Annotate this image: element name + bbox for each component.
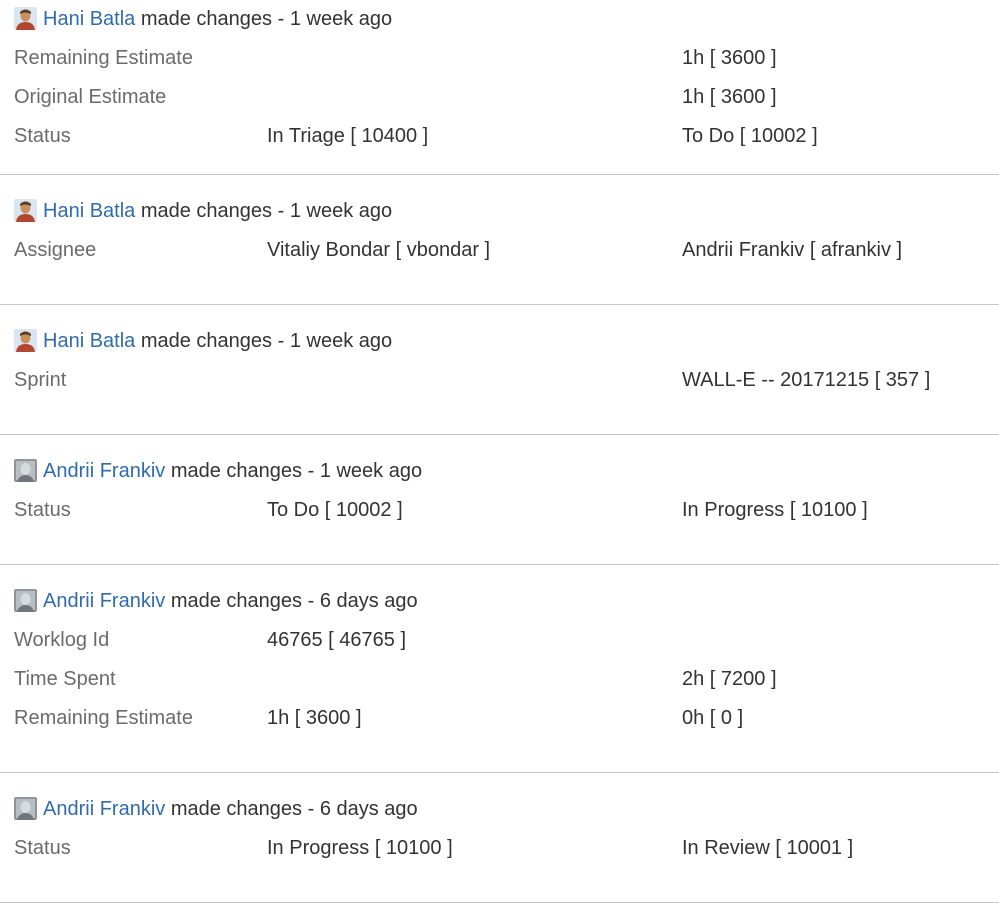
old-value: 46765 [ 46765 ] bbox=[267, 629, 407, 651]
change-history-list: Hani Batla made changes - 1 week ago Rem… bbox=[0, 0, 999, 903]
hani-avatar-icon[interactable] bbox=[14, 329, 37, 352]
change-row: Worklog Id 46765 [ 46765 ] bbox=[0, 621, 999, 660]
entry-header: Hani Batla made changes - 1 week ago bbox=[0, 0, 999, 39]
action-text: made changes - 1 week ago bbox=[140, 330, 393, 352]
old-value: In Progress [ 10100 ] bbox=[267, 837, 453, 859]
field-name: Remaining Estimate bbox=[14, 707, 193, 729]
author-link[interactable]: Hani Batla bbox=[43, 200, 135, 222]
entry-header: Andrii Frankiv made changes - 6 days ago bbox=[0, 582, 999, 621]
history-entry: Andrii Frankiv made changes - 6 days ago… bbox=[0, 582, 999, 773]
old-value: In Triage [ 10400 ] bbox=[267, 125, 429, 147]
new-value: 1h [ 3600 ] bbox=[682, 47, 777, 69]
old-value: 1h [ 3600 ] bbox=[267, 707, 362, 729]
author-link[interactable]: Andrii Frankiv bbox=[43, 798, 165, 820]
andrii-avatar-icon[interactable] bbox=[14, 797, 37, 820]
change-row: Remaining Estimate 1h [ 3600 ] 0h [ 0 ] bbox=[0, 699, 999, 738]
action-text: made changes - 6 days ago bbox=[170, 798, 418, 820]
hani-avatar-icon[interactable] bbox=[14, 7, 37, 30]
new-value: In Progress [ 10100 ] bbox=[682, 499, 868, 521]
change-row: Status In Triage [ 10400 ] To Do [ 10002… bbox=[0, 117, 999, 156]
hani-avatar-icon[interactable] bbox=[14, 199, 37, 222]
author-link[interactable]: Hani Batla bbox=[43, 330, 135, 352]
change-row: Status In Progress [ 10100 ] In Review [… bbox=[0, 829, 999, 868]
entry-header: Andrii Frankiv made changes - 1 week ago bbox=[0, 452, 999, 491]
action-text: made changes - 6 days ago bbox=[170, 590, 418, 612]
field-name: Original Estimate bbox=[14, 86, 167, 108]
change-row: Remaining Estimate 1h [ 3600 ] bbox=[0, 39, 999, 78]
new-value: Andrii Frankiv [ afrankiv ] bbox=[682, 239, 903, 261]
history-entry: Hani Batla made changes - 1 week ago Rem… bbox=[0, 0, 999, 175]
new-value: In Review [ 10001 ] bbox=[682, 837, 854, 859]
change-row: Original Estimate 1h [ 3600 ] bbox=[0, 78, 999, 117]
field-name: Assignee bbox=[14, 239, 97, 261]
entry-header: Hani Batla made changes - 1 week ago bbox=[0, 322, 999, 361]
entry-header: Andrii Frankiv made changes - 6 days ago bbox=[0, 790, 999, 829]
history-entry: Hani Batla made changes - 1 week ago Ass… bbox=[0, 192, 999, 305]
author-link[interactable]: Hani Batla bbox=[43, 8, 135, 30]
new-value: 0h [ 0 ] bbox=[682, 707, 744, 729]
change-row: Assignee Vitaliy Bondar [ vbondar ] Andr… bbox=[0, 231, 999, 270]
old-value: To Do [ 10002 ] bbox=[267, 499, 403, 521]
author-link[interactable]: Andrii Frankiv bbox=[43, 590, 165, 612]
change-row: Status To Do [ 10002 ] In Progress [ 101… bbox=[0, 491, 999, 530]
change-row: Sprint WALL-E -- 20171215 [ 357 ] bbox=[0, 361, 999, 400]
action-text: made changes - 1 week ago bbox=[170, 460, 423, 482]
new-value: To Do [ 10002 ] bbox=[682, 125, 818, 147]
field-name: Worklog Id bbox=[14, 629, 110, 651]
field-name: Remaining Estimate bbox=[14, 47, 193, 69]
new-value: WALL-E -- 20171215 [ 357 ] bbox=[682, 369, 931, 391]
history-entry: Andrii Frankiv made changes - 6 days ago… bbox=[0, 790, 999, 903]
andrii-avatar-icon[interactable] bbox=[14, 589, 37, 612]
change-row: Time Spent 2h [ 7200 ] bbox=[0, 660, 999, 699]
andrii-avatar-icon[interactable] bbox=[14, 459, 37, 482]
history-entry: Hani Batla made changes - 1 week ago Spr… bbox=[0, 322, 999, 435]
action-text: made changes - 1 week ago bbox=[140, 8, 393, 30]
action-text: made changes - 1 week ago bbox=[140, 200, 393, 222]
field-name: Time Spent bbox=[14, 668, 116, 690]
new-value: 1h [ 3600 ] bbox=[682, 86, 777, 108]
field-name: Sprint bbox=[14, 369, 67, 391]
author-link[interactable]: Andrii Frankiv bbox=[43, 460, 165, 482]
field-name: Status bbox=[14, 837, 71, 859]
old-value: Vitaliy Bondar [ vbondar ] bbox=[267, 239, 491, 261]
new-value: 2h [ 7200 ] bbox=[682, 668, 777, 690]
history-entry: Andrii Frankiv made changes - 1 week ago… bbox=[0, 452, 999, 565]
field-name: Status bbox=[14, 125, 71, 147]
field-name: Status bbox=[14, 499, 71, 521]
entry-header: Hani Batla made changes - 1 week ago bbox=[0, 192, 999, 231]
